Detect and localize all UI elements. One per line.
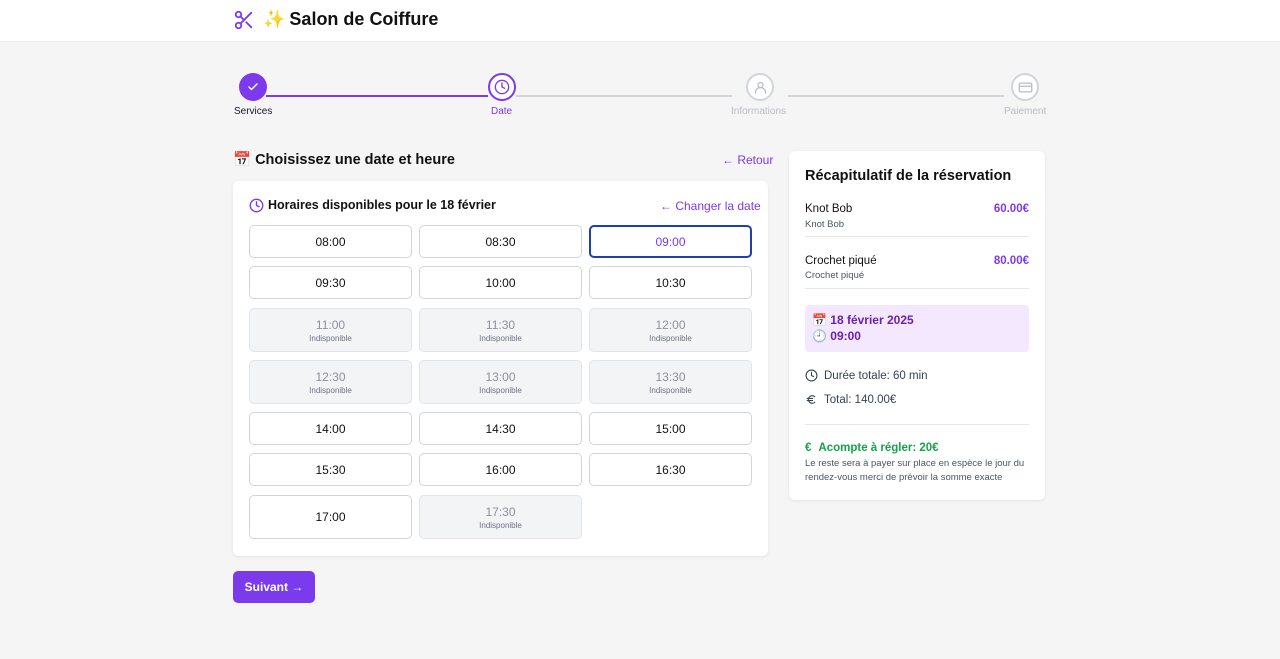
step-date [488, 73, 516, 101]
slot-unavailable-label: Indisponible [479, 520, 522, 530]
service-subtitle: Crochet piqué [805, 270, 865, 281]
slot-time: 16:30 [655, 462, 686, 477]
step-connector [788, 95, 1004, 97]
time-slot-button[interactable]: 14:00 [249, 412, 412, 445]
slot-unavailable-label: Indisponible [649, 385, 692, 395]
time-slots-card: Horaires disponibles pour le 18 février … [233, 181, 768, 556]
step-label-date: Date [491, 106, 513, 117]
change-date-link[interactable]: ← Changer la date [660, 199, 761, 213]
time-slot-button[interactable]: 16:30 [589, 453, 752, 486]
time-slot-button[interactable]: 08:30 [419, 225, 582, 258]
summary-title: Récapitulatif de la réservation [805, 168, 1012, 184]
time-slot-button[interactable]: 10:00 [419, 266, 582, 299]
brand-title[interactable]: ✨ Salon de Coiffure [263, 9, 438, 30]
total-row: Total: 140.00€ [805, 393, 896, 406]
page-title: 📅 Choisissez une date et heure [233, 152, 455, 168]
service-name: Crochet piqué [805, 255, 877, 267]
time-slot-button: 13:30 Indisponible [589, 360, 752, 404]
slot-time: 09:00 [655, 234, 686, 249]
slot-time: 17:30 [485, 504, 516, 519]
step-label-informations: Informations [731, 106, 787, 117]
slot-unavailable-label: Indisponible [479, 385, 522, 395]
time-slot-button[interactable]: 09:00 [589, 225, 752, 258]
slot-time: 10:30 [655, 275, 686, 290]
slot-unavailable-label: Indisponible [309, 333, 352, 343]
slot-time: 08:00 [315, 234, 346, 249]
scissors-icon [234, 10, 253, 30]
deposit-amount: Acompte à régler: 20€ [818, 442, 939, 454]
next-button[interactable]: Suivant → [233, 571, 315, 603]
booking-summary: Récapitulatif de la réservation Knot Bob… [789, 151, 1045, 500]
step-informations [746, 73, 774, 101]
clock-icon [249, 198, 264, 213]
slot-time: 14:30 [485, 421, 516, 436]
slot-time: 12:00 [655, 317, 686, 332]
service-price: 60.00€ [993, 203, 1029, 215]
time-slot-button[interactable]: 08:00 [249, 225, 412, 258]
slot-time: 15:00 [655, 421, 686, 436]
deposit-row: € Acompte à régler: 20€ [805, 442, 939, 454]
back-link[interactable]: ← Retour [722, 153, 773, 167]
time-slot-button[interactable]: 17:00 [249, 495, 412, 539]
duration-row: Durée totale: 60 min [805, 369, 928, 382]
slot-time: 12:30 [315, 369, 346, 384]
step-paiement [1011, 73, 1039, 101]
time-slot-button: 17:30 Indisponible [419, 495, 582, 539]
divider [805, 424, 1029, 425]
slot-unavailable-label: Indisponible [309, 385, 352, 395]
step-label-services: Services [234, 106, 273, 117]
slot-time: 13:30 [655, 369, 686, 384]
slot-time: 13:00 [485, 369, 516, 384]
slot-time: 17:00 [315, 510, 346, 524]
payment-note: Le reste sera à payer sur place en espèc… [805, 458, 1025, 483]
time-slot-button[interactable]: 09:30 [249, 266, 412, 299]
total-price: Total: 140.00€ [824, 393, 897, 406]
check-icon [248, 83, 258, 91]
appointment-time: 🕘 09:00 [812, 329, 861, 343]
service-price: 80.00€ [993, 255, 1029, 267]
time-slot-button: 12:30 Indisponible [249, 360, 412, 404]
slot-time: 09:30 [315, 275, 346, 290]
time-slot-button[interactable]: 10:30 [589, 266, 752, 299]
appointment-date: 📅 18 février 2025 [812, 313, 914, 327]
step-services [239, 73, 267, 101]
sparkles-icon: ✨ [263, 9, 286, 29]
step-label-paiement: Paiement [1004, 106, 1047, 117]
slot-time: 11:00 [315, 317, 346, 332]
card-icon [1018, 82, 1032, 92]
time-slot-button: 11:00 Indisponible [249, 308, 412, 352]
euro-icon [806, 395, 816, 404]
clock-icon [494, 79, 510, 95]
slot-time: 16:00 [485, 462, 516, 477]
slot-unavailable-label: Indisponible [479, 333, 522, 343]
brand-name: Salon de Coiffure [289, 9, 439, 29]
time-slot-button: 12:00 Indisponible [589, 308, 752, 352]
slot-time: 15:30 [315, 462, 346, 477]
slot-unavailable-label: Indisponible [649, 333, 692, 343]
time-slot-button[interactable]: 14:30 [419, 412, 582, 445]
euro-icon: € [805, 442, 812, 454]
slot-time: 11:30 [485, 317, 516, 332]
time-slot-button[interactable]: 16:00 [419, 453, 582, 486]
slots-header: Horaires disponibles pour le 18 février [268, 198, 496, 212]
app-header: ✨ Salon de Coiffure [0, 0, 1280, 42]
time-slot-button[interactable]: 15:30 [249, 453, 412, 486]
slot-time: 10:00 [485, 275, 516, 290]
service-subtitle: Knot Bob [805, 219, 845, 230]
clock-icon [805, 369, 818, 382]
step-connector [266, 95, 488, 97]
total-duration: Durée totale: 60 min [824, 369, 928, 382]
divider [805, 288, 1029, 289]
appointment-datetime: 📅 18 février 2025 🕘 09:00 [805, 305, 1029, 352]
service-name: Knot Bob [805, 203, 853, 215]
time-slot-button[interactable]: 15:00 [589, 412, 752, 445]
slot-time: 14:00 [315, 421, 346, 436]
step-connector [516, 95, 732, 97]
time-slot-button: 13:00 Indisponible [419, 360, 582, 404]
time-slot-button: 11:30 Indisponible [419, 308, 582, 352]
slot-time: 08:30 [485, 234, 516, 249]
user-icon [754, 81, 766, 94]
divider [805, 236, 1029, 237]
